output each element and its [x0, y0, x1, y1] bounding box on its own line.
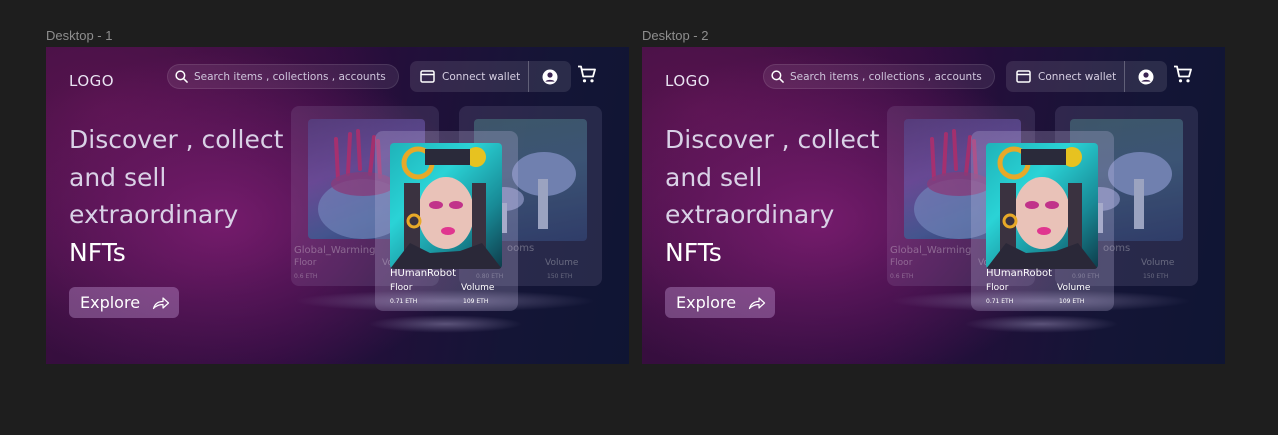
floor-value: 0.6 ETH [890, 273, 914, 280]
search-icon [175, 70, 188, 83]
wallet-group: Connect wallet [410, 61, 571, 92]
volume-label: Volume [545, 258, 579, 268]
nft-title: HUmanRobot [986, 268, 1053, 279]
headline-line: NFTs [69, 237, 126, 267]
floor-label: Floor [390, 283, 413, 293]
wallet-icon [1016, 70, 1031, 83]
frame-label: Desktop - 2 [642, 28, 709, 43]
nft-image [986, 143, 1098, 269]
volume-value: 150 ETH [547, 273, 573, 280]
volume-value: 109 ETH [1059, 298, 1085, 305]
search-icon [771, 70, 784, 83]
volume-value: 150 ETH [1143, 273, 1169, 280]
volume-value: 109 ETH [463, 298, 489, 305]
wallet-group: Connect wallet [1006, 61, 1167, 92]
wallet-icon [420, 70, 435, 83]
headline-line: Discover , collect [69, 125, 284, 154]
headline-line: NFTs [665, 237, 722, 267]
connect-wallet-label: Connect wallet [1038, 70, 1117, 83]
connect-wallet-label: Connect wallet [442, 70, 521, 83]
share-arrow-icon [152, 296, 170, 309]
headline-line: and sell [69, 162, 167, 192]
nft-card-featured[interactable]: HUmanRobot Floor Volume 0.71 ETH 109 ETH [971, 131, 1114, 311]
desktop-frame: LOGO Search items , collections , accoun… [46, 47, 629, 364]
logo[interactable]: LOGO [69, 72, 114, 90]
explore-button[interactable]: Explore [69, 287, 179, 318]
robot-portrait-illustration [390, 146, 502, 269]
search-input[interactable]: Search items , collections , accounts [763, 64, 995, 89]
card-shadow [368, 315, 523, 333]
user-icon [1138, 69, 1154, 84]
volume-label: Volume [461, 283, 495, 293]
frame-label: Desktop - 1 [46, 28, 113, 43]
explore-button[interactable]: Explore [665, 287, 775, 318]
connect-wallet-button[interactable]: Connect wallet [410, 61, 528, 92]
robot-portrait-illustration [986, 146, 1098, 269]
nft-image [390, 143, 502, 269]
floor-label: Floor [294, 258, 317, 268]
headline-line: extraordinary [69, 200, 239, 229]
explore-label: Explore [80, 293, 141, 312]
headline-line: Discover , collect [665, 125, 880, 154]
floor-label: Floor [986, 283, 1009, 293]
nft-card-featured[interactable]: HUmanRobot Floor Volume 0.71 ETH 109 ETH [375, 131, 518, 311]
logo[interactable]: LOGO [665, 72, 710, 90]
hero-headline: Discover , collect and sell extraordinar… [665, 121, 895, 271]
floor-value: 0.71 ETH [390, 298, 418, 305]
card-shadow [964, 315, 1119, 333]
headline-line: and sell [665, 162, 763, 192]
explore-label: Explore [676, 293, 737, 312]
share-arrow-icon [748, 296, 766, 309]
nft-title: Global_Warming [890, 245, 972, 256]
search-placeholder: Search items , collections , accounts [790, 70, 982, 83]
user-icon [542, 69, 558, 84]
floor-label: Floor [890, 258, 913, 268]
hero-headline: Discover , collect and sell extraordinar… [69, 121, 299, 271]
search-placeholder: Search items , collections , accounts [194, 70, 386, 83]
floor-value: 0.6 ETH [294, 273, 318, 280]
headline-line: extraordinary [665, 200, 835, 229]
floor-value: 0.71 ETH [986, 298, 1014, 305]
cart-icon[interactable] [577, 65, 597, 84]
nft-title: Global_Warming [294, 245, 376, 256]
nft-title: HUmanRobot [390, 268, 457, 279]
connect-wallet-button[interactable]: Connect wallet [1006, 61, 1124, 92]
account-button[interactable] [529, 61, 571, 92]
cart-icon[interactable] [1173, 65, 1193, 84]
desktop-frame: LOGO Search items , collections , accoun… [642, 47, 1225, 364]
account-button[interactable] [1125, 61, 1167, 92]
search-input[interactable]: Search items , collections , accounts [167, 64, 399, 89]
volume-label: Volume [1141, 258, 1175, 268]
volume-label: Volume [1057, 283, 1091, 293]
